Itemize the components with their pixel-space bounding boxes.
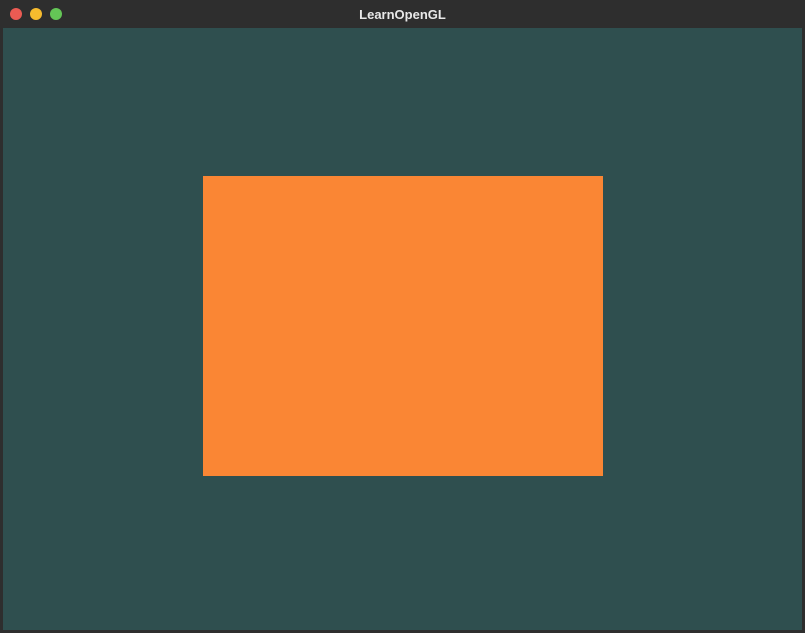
rendered-rectangle [203, 176, 603, 476]
opengl-viewport [3, 28, 802, 630]
titlebar[interactable]: LearnOpenGL [0, 0, 805, 28]
traffic-lights [0, 8, 62, 20]
close-button[interactable] [10, 8, 22, 20]
minimize-button[interactable] [30, 8, 42, 20]
application-window: LearnOpenGL [0, 0, 805, 633]
window-title: LearnOpenGL [0, 7, 805, 22]
maximize-button[interactable] [50, 8, 62, 20]
